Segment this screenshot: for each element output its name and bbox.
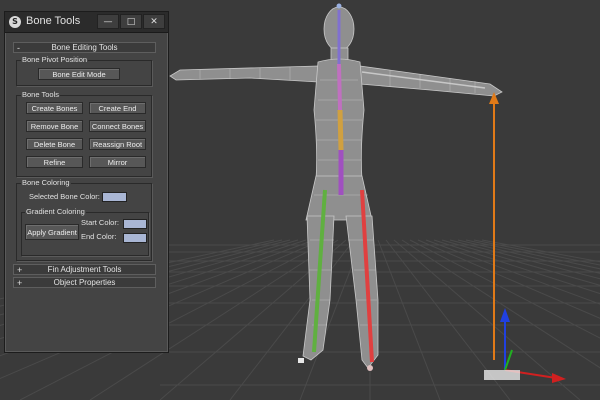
- minimize-button[interactable]: —: [97, 14, 119, 29]
- group-label-gradient-coloring: Gradient Coloring: [25, 207, 86, 216]
- apply-gradient-button[interactable]: Apply Gradient: [25, 224, 79, 240]
- reassign-root-button[interactable]: Reassign Root: [89, 138, 146, 150]
- collapse-icon: -: [17, 43, 20, 53]
- create-end-button[interactable]: Create End: [89, 102, 146, 114]
- window-titlebar[interactable]: S Bone Tools — □ ✕: [5, 12, 168, 33]
- group-label-bone-tools: Bone Tools: [21, 90, 60, 99]
- rollout-label: Object Properties: [53, 278, 116, 287]
- bone-spine-mid: [337, 109, 344, 151]
- connect-bones-button[interactable]: Connect Bones: [89, 120, 146, 132]
- create-bones-button[interactable]: Create Bones: [26, 102, 83, 114]
- bone-head-tip: [336, 3, 342, 9]
- mirror-button[interactable]: Mirror: [89, 156, 146, 168]
- end-color-label: End Color:: [81, 232, 117, 241]
- end-color-swatch[interactable]: [123, 233, 147, 243]
- expand-icon: +: [17, 278, 23, 288]
- bone-foot-left: [298, 358, 304, 363]
- remove-bone-button[interactable]: Remove Bone: [26, 120, 83, 132]
- maximize-button[interactable]: □: [120, 14, 142, 29]
- start-color-swatch[interactable]: [123, 219, 147, 229]
- refine-button[interactable]: Refine: [26, 156, 83, 168]
- group-label-bone-coloring: Bone Coloring: [21, 178, 71, 187]
- window-title: Bone Tools: [26, 15, 81, 27]
- rollout-object-properties[interactable]: + Object Properties: [13, 277, 156, 288]
- bone-spine-upper: [337, 63, 342, 111]
- app-logo-icon: S: [9, 16, 21, 28]
- group-label-bone-pivot: Bone Pivot Position: [21, 55, 89, 64]
- expand-icon: +: [17, 265, 23, 275]
- selected-bone-color-swatch[interactable]: [102, 192, 127, 202]
- selected-bone-color-label: Selected Bone Color:: [29, 192, 100, 201]
- rollout-fin-adjustment-tools[interactable]: + Fin Adjustment Tools: [13, 264, 156, 275]
- bone-foot-right: [367, 365, 373, 371]
- close-button[interactable]: ✕: [143, 14, 165, 29]
- bone-edit-mode-button[interactable]: Bone Edit Mode: [38, 68, 120, 80]
- rollout-bone-editing-tools[interactable]: - Bone Editing Tools: [13, 42, 156, 53]
- bone-tools-window: S Bone Tools — □ ✕ - Bone Editing Tools …: [4, 11, 169, 353]
- delete-bone-button[interactable]: Delete Bone: [26, 138, 83, 150]
- rollout-label: Bone Editing Tools: [51, 43, 118, 52]
- start-color-label: Start Color:: [81, 218, 119, 227]
- rollout-label: Fin Adjustment Tools: [47, 265, 122, 274]
